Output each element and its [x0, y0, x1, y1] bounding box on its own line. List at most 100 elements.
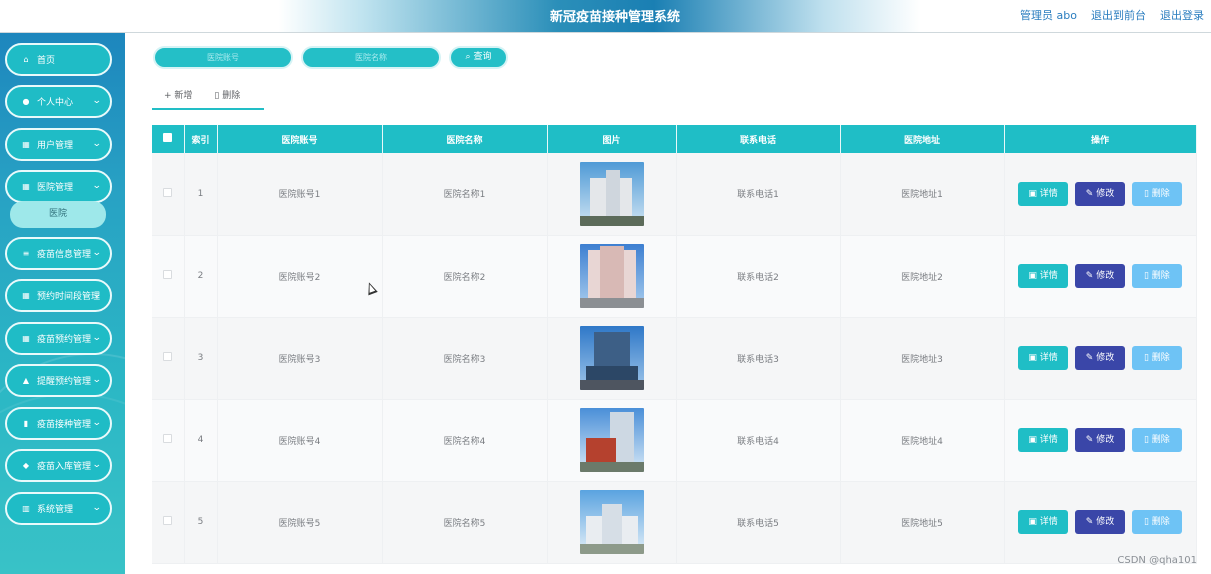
row-account: 医院账号5: [217, 481, 383, 564]
app-header: 新冠疫苗接种管理系统 管理员 abo 退出到前台 退出登录: [0, 0, 1211, 33]
delete-button[interactable]: ▯ 删除: [1131, 428, 1182, 452]
add-button[interactable]: + 新增: [164, 88, 192, 108]
row-address: 医院地址1: [840, 153, 1005, 236]
chart-icon: ▥: [22, 504, 30, 513]
add-button-label: 新增: [174, 91, 193, 101]
edit-button-label: 修改: [1096, 517, 1115, 527]
table-row: 1 医院账号1 医院名称1 联系电话1 医院地址1 ▣ 详情 ✎ 修改 ▯ 删除: [152, 153, 1197, 236]
row-index: 5: [184, 481, 218, 564]
row-address: 医院地址3: [840, 317, 1005, 400]
grid-icon: ▦: [22, 334, 30, 343]
column-header: 医院账号: [217, 125, 383, 153]
current-user[interactable]: 管理员 abo: [1020, 7, 1077, 23]
delete-button[interactable]: ▯ 删除: [1131, 510, 1182, 534]
hospital-table: 索引 医院账号 医院名称 图片 联系电话 医院地址 操作 1 医院账号1 医院名…: [152, 125, 1197, 564]
column-header: 索引: [184, 125, 218, 153]
hospital-name-search-input[interactable]: 医院名称: [301, 46, 441, 69]
grid-icon: ▦: [22, 291, 30, 300]
search-button[interactable]: ⌕ 查询: [449, 46, 508, 69]
detail-button[interactable]: ▣ 详情: [1018, 428, 1069, 452]
chevron-down-icon: ⌄: [92, 96, 103, 106]
delete-button-label: 删除: [1151, 435, 1170, 445]
delete-button-label: 删除: [1151, 271, 1170, 281]
batch-delete-button[interactable]: ▯ 删除: [214, 88, 240, 108]
select-all-checkbox[interactable]: [152, 125, 185, 153]
edit-button-label: 修改: [1096, 271, 1115, 281]
chevron-down-icon: ⌄: [92, 248, 103, 258]
chevron-down-icon: ⌄: [92, 181, 103, 191]
main-content: 医院账号 医院名称 ⌕ 查询 + 新增 ▯ 删除 索引 医院账号 医院名称 图片…: [125, 33, 1211, 574]
sidebar-item-label: 用户管理: [37, 141, 74, 151]
row-checkbox[interactable]: [152, 153, 185, 236]
hospital-account-search-input[interactable]: 医院账号: [153, 46, 293, 69]
sidebar-item-hospitals[interactable]: ▦ 医院管理 ⌄: [5, 170, 112, 203]
sidebar-subitem-hospital[interactable]: 医院: [10, 201, 106, 228]
hospital-image: [579, 490, 644, 554]
sidebar-item-stock[interactable]: ◆ 疫苗入库管理 ⌄: [5, 449, 112, 482]
row-checkbox[interactable]: [152, 481, 185, 564]
sidebar-item-label: 系统管理: [37, 505, 74, 515]
edit-button[interactable]: ✎ 修改: [1075, 264, 1125, 288]
sidebar-item-profile[interactable]: ● 个人中心 ⌄: [5, 85, 112, 118]
delete-button[interactable]: ▯ 删除: [1131, 264, 1182, 288]
row-account: 医院账号3: [217, 317, 383, 400]
sidebar-item-vaccinations[interactable]: ▮ 疫苗接种管理 ⌄: [5, 407, 112, 440]
user-icon: ●: [22, 97, 30, 106]
table-row: 5 医院账号5 医院名称5 联系电话5 医院地址5 ▣ 详情 ✎ 修改 ▯ 删除: [152, 481, 1197, 564]
delete-button-label: 删除: [1151, 517, 1170, 527]
delete-button[interactable]: ▯ 删除: [1131, 181, 1182, 206]
sidebar-item-time-slots[interactable]: ▦ 预约时间段管理 ⌄: [5, 279, 112, 312]
row-name: 医院名称3: [382, 317, 548, 400]
row-phone: 联系电话1: [676, 153, 841, 236]
chevron-down-icon: ⌄: [92, 333, 103, 343]
row-image-cell: [547, 399, 677, 482]
table-row: 2 医院账号2 医院名称2 联系电话2 医院地址2 ▣ 详情 ✎ 修改 ▯ 删除: [152, 235, 1197, 318]
row-address: 医院地址5: [840, 481, 1005, 564]
row-actions: ▣ 详情 ✎ 修改 ▯ 删除: [1004, 399, 1197, 482]
row-index: 3: [184, 317, 218, 400]
sidebar-item-label: 提醒预约管理: [37, 377, 92, 387]
column-header: 操作: [1004, 125, 1197, 153]
logout-link[interactable]: 退出登录: [1160, 7, 1204, 23]
sidebar-item-label: 首页: [37, 56, 56, 66]
sidebar-item-label: 医院管理: [37, 183, 74, 193]
hospital-image: [579, 326, 644, 390]
row-checkbox[interactable]: [152, 399, 185, 482]
hospital-image: [579, 161, 644, 226]
sidebar-item-vaccine-info[interactable]: ≡ 疫苗信息管理 ⌄: [5, 237, 112, 270]
detail-button[interactable]: ▣ 详情: [1018, 346, 1069, 370]
detail-button-label: 详情: [1039, 435, 1058, 445]
sidebar-item-label: 预约时间段管理: [37, 292, 101, 302]
row-address: 医院地址2: [840, 235, 1005, 318]
row-index: 1: [184, 153, 218, 236]
delete-button-label: 删除: [1151, 188, 1170, 199]
sidebar-item-system[interactable]: ▥ 系统管理 ⌄: [5, 492, 112, 525]
delete-button[interactable]: ▯ 删除: [1131, 346, 1182, 370]
detail-button[interactable]: ▣ 详情: [1018, 510, 1069, 534]
plus-icon: +: [164, 91, 175, 101]
edit-button[interactable]: ✎ 修改: [1075, 346, 1125, 370]
row-image-cell: [547, 481, 677, 564]
edit-button[interactable]: ✎ 修改: [1075, 428, 1125, 452]
edit-button[interactable]: ✎ 修改: [1075, 181, 1125, 206]
sidebar-item-reminders[interactable]: ▲ 提醒预约管理 ⌄: [5, 364, 112, 397]
row-address: 医院地址4: [840, 399, 1005, 482]
edit-button[interactable]: ✎ 修改: [1075, 510, 1125, 534]
clipboard-icon: ▮: [23, 419, 29, 428]
row-account: 医院账号1: [217, 153, 383, 236]
back-to-front-link[interactable]: 退出到前台: [1091, 7, 1146, 23]
chevron-down-icon: ⌄: [92, 503, 103, 513]
row-index: 2: [184, 235, 218, 318]
row-image-cell: [547, 235, 677, 318]
grid-icon: ▦: [22, 182, 30, 191]
row-checkbox[interactable]: [152, 235, 185, 318]
sidebar-item-users[interactable]: ▦ 用户管理 ⌄: [5, 128, 112, 161]
detail-button[interactable]: ▣ 详情: [1018, 264, 1069, 288]
sidebar-item-vaccine-appointments[interactable]: ▦ 疫苗预约管理 ⌄: [5, 322, 112, 355]
detail-button[interactable]: ▣ 详情: [1018, 181, 1069, 206]
row-phone: 联系电话5: [676, 481, 841, 564]
row-checkbox[interactable]: [152, 317, 185, 400]
sidebar: ⌂ 首页 ● 个人中心 ⌄ ▦ 用户管理 ⌄ ▦ 医院管理 ⌄ 医院 ≡ 疫苗信…: [0, 33, 125, 574]
sidebar-item-home[interactable]: ⌂ 首页: [5, 43, 112, 76]
row-phone: 联系电话2: [676, 235, 841, 318]
